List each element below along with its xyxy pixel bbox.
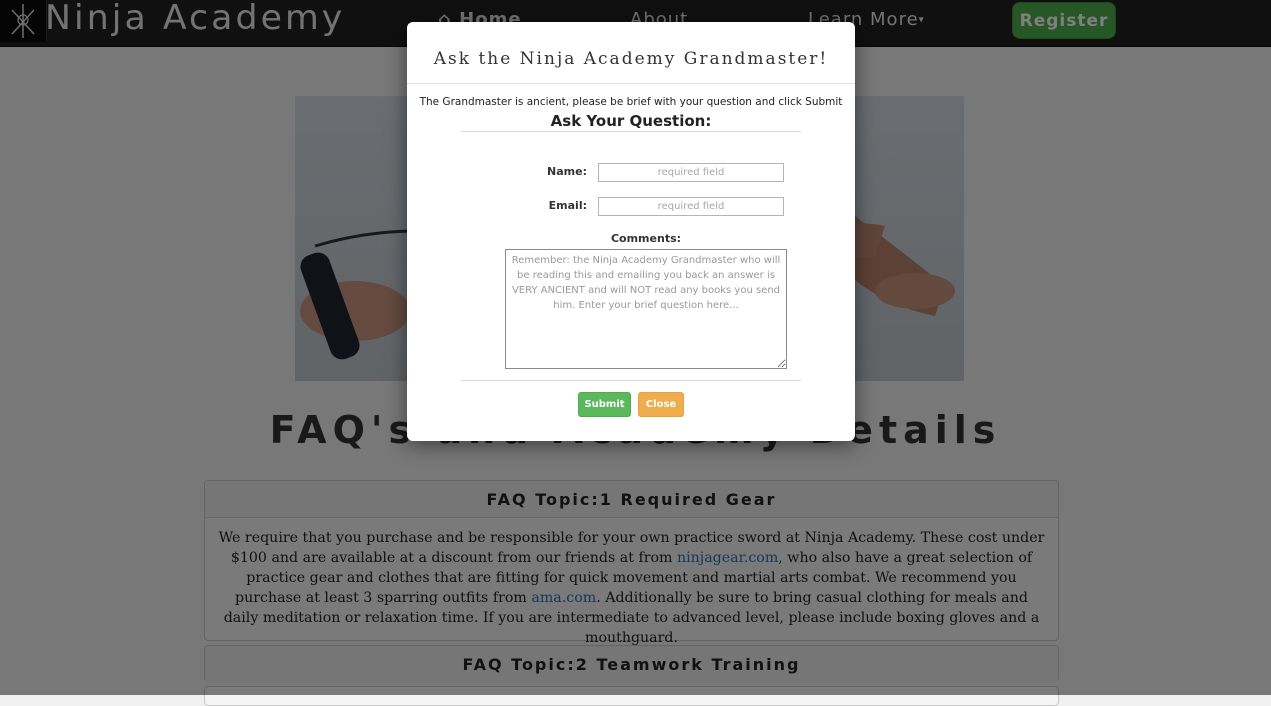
name-label: Name:: [547, 165, 587, 178]
submit-button[interactable]: Submit: [578, 392, 631, 417]
email-label: Email:: [548, 199, 587, 212]
divider: [461, 380, 801, 381]
comments-label: Comments:: [610, 232, 682, 245]
divider: [461, 131, 801, 132]
comments-textarea[interactable]: [505, 249, 787, 369]
modal-header: Ask the Ninja Academy Grandmaster!: [407, 22, 855, 84]
modal-intro-text: The Grandmaster is ancient, please be br…: [419, 96, 843, 108]
name-input[interactable]: [598, 163, 784, 182]
modal-title: Ask the Ninja Academy Grandmaster!: [433, 49, 829, 69]
ask-grandmaster-modal: Ask the Ninja Academy Grandmaster! The G…: [407, 22, 855, 441]
email-input[interactable]: [598, 197, 784, 216]
modal-subtitle: Ask Your Question:: [550, 112, 712, 130]
close-button[interactable]: Close: [638, 392, 684, 417]
